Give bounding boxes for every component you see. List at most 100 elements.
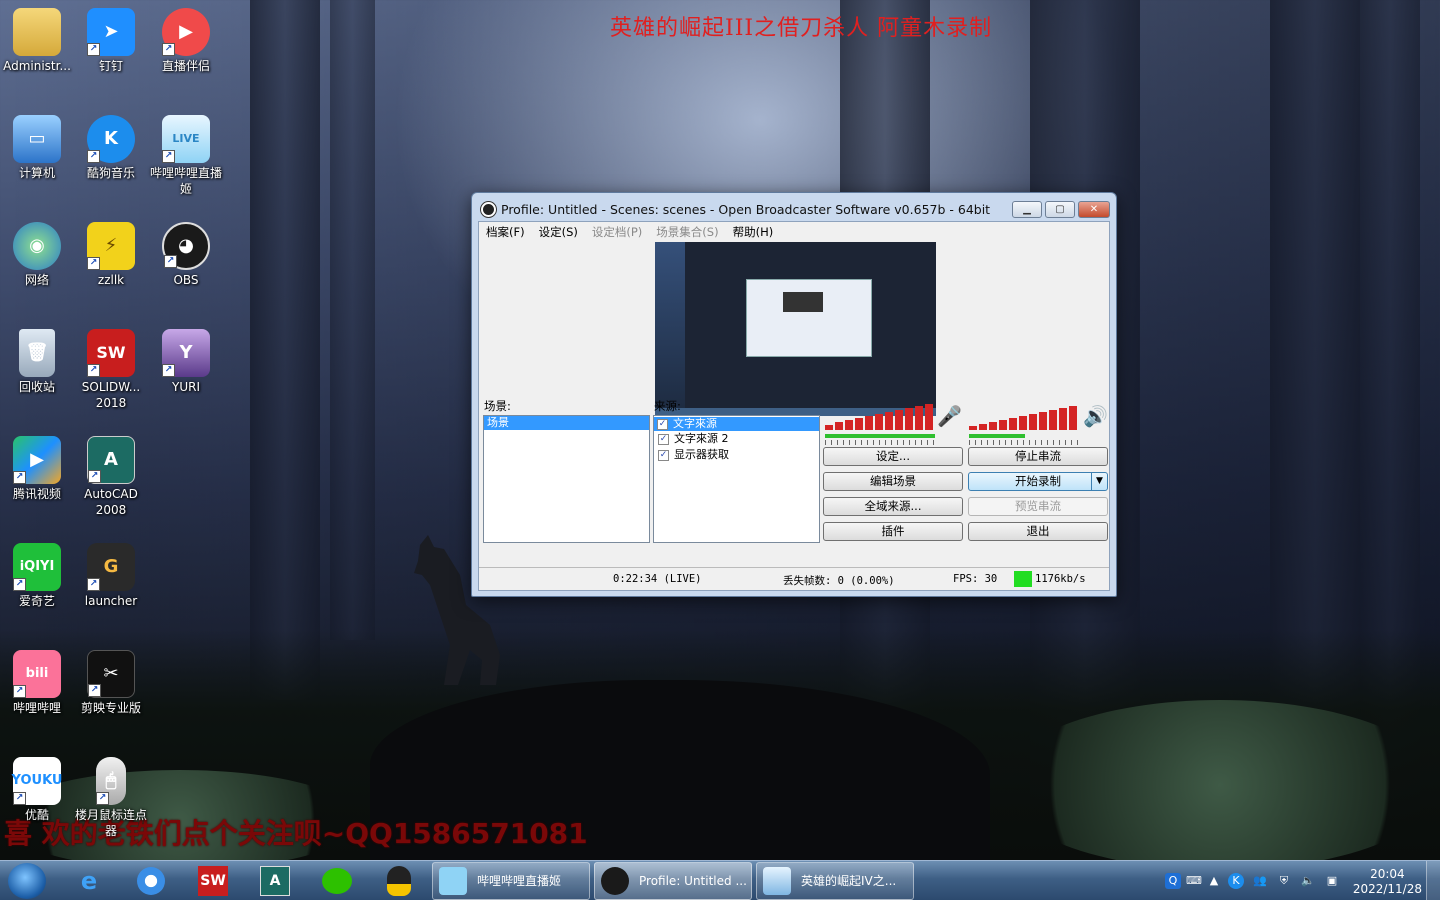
stream-time: 0:22:34 (LIVE) (613, 573, 702, 585)
shortcut-arrow-icon: ↗ (13, 578, 26, 591)
settings-button[interactable]: 设定... (823, 447, 963, 466)
foliage (1000, 700, 1440, 870)
wechat-icon[interactable] (318, 865, 356, 897)
source-item[interactable]: ✓ 文字來源 (654, 417, 819, 431)
kugou-tray-icon[interactable]: K (1228, 873, 1244, 889)
start-button[interactable] (8, 863, 46, 899)
task-bilibili-live[interactable]: 哔哩哔哩直播姬 (432, 862, 590, 900)
desktop-audio-vu-bar (969, 434, 1025, 438)
desktop-icon-zzllk[interactable]: ⚡ ↗ zzllk (74, 222, 148, 288)
chevron-down-icon[interactable]: ▼ (1091, 473, 1107, 490)
shortcut-arrow-icon: ↗ (162, 150, 175, 163)
global-sources-button[interactable]: 全域来源... (823, 497, 963, 516)
keyboard-icon[interactable]: ⌨ (1186, 873, 1202, 889)
video-title-banner: 英雄的崛起III之借刀杀人 阿童木录制 (610, 16, 993, 41)
speaker-icon[interactable]: 🔊 (1083, 404, 1108, 428)
shortcut-arrow-icon: ↗ (96, 792, 109, 805)
maximize-button[interactable]: ▢ (1045, 201, 1075, 218)
microphone-vu-ticks (825, 440, 935, 445)
exit-button[interactable]: 退出 (968, 522, 1108, 541)
source-name: 文字來源 (673, 417, 717, 430)
desktop-icon-youku[interactable]: YOUKU ↗ 优酷 (0, 757, 74, 823)
show-desktop-button[interactable] (1426, 861, 1440, 900)
desktop-icon-computer[interactable]: ▭ 计算机 (0, 115, 74, 181)
ie-icon[interactable]: e (70, 865, 108, 897)
shortcut-arrow-icon: ↗ (87, 257, 100, 270)
desktop-icon-label: AutoCAD 2008 (84, 487, 138, 517)
desktop-icon-capcut[interactable]: ✂ ↗ 剪映专业版 (74, 650, 148, 716)
desktop-icon-administrator[interactable]: Administr... (0, 8, 74, 74)
source-item[interactable]: ✓ 文字來源 2 (654, 431, 819, 447)
scene-item[interactable]: 场景 (484, 416, 649, 430)
close-button[interactable]: ✕ (1078, 201, 1110, 218)
desktop-icon-label: 哔哩哔哩直播姬 (149, 166, 222, 196)
shortcut-arrow-icon: ↗ (164, 255, 177, 268)
desktop-icon-yuri[interactable]: Y ↗ YURI (149, 329, 223, 395)
desktop-icon-mouse-clicker[interactable]: 🖱 ↗ 楼月鼠标连点器 (74, 757, 148, 839)
menu-scene-collection[interactable]: 场景集合(S) (649, 222, 725, 241)
desktop-icon-bilibili[interactable]: bili ↗ 哔哩哔哩 (0, 650, 74, 716)
task-notepad[interactable]: 英雄的崛起IV之... (756, 862, 914, 900)
yuri-icon: Y ↗ (162, 329, 210, 377)
desktop-icon-label: launcher (84, 594, 138, 608)
launcher-icon: G ↗ (87, 543, 135, 591)
menu-settings[interactable]: 设定(S) (532, 222, 585, 241)
desktop-icon-autocad[interactable]: A ↗ AutoCAD 2008 (74, 436, 148, 518)
start-record-button[interactable]: 开始录制 ▼ (968, 472, 1108, 491)
solidworks-icon[interactable]: SW (194, 865, 232, 897)
menu-file[interactable]: 档案(F) (479, 222, 532, 241)
network-tray-icon[interactable]: ▣ (1324, 873, 1340, 889)
menu-profile[interactable]: 设定档(P) (585, 222, 649, 241)
desktop-icon-obs[interactable]: ◕ ↗ OBS (149, 222, 223, 288)
preview-desktop-icons (655, 242, 685, 416)
menu-help[interactable]: 帮助(H) (726, 222, 781, 241)
preview-stream-button[interactable]: 预览串流 (968, 497, 1108, 516)
checkbox[interactable]: ✓ (657, 418, 668, 430)
desktop-icon-tencent-video[interactable]: ▶ ↗ 腾讯视频 (0, 436, 74, 502)
plugins-button[interactable]: 插件 (823, 522, 963, 541)
minimize-button[interactable]: ▁ (1012, 201, 1042, 218)
start-record-label: 开始录制 (1015, 474, 1061, 488)
desktop-icon-dingtalk[interactable]: ➤ ↗ 钉钉 (74, 8, 148, 74)
chevron-up-icon[interactable]: ▲ (1206, 873, 1222, 889)
shield-icon[interactable]: ⛨ (1276, 873, 1292, 889)
checkbox[interactable]: ✓ (658, 433, 669, 445)
desktop-icon-kugou[interactable]: K ↗ 酷狗音乐 (74, 115, 148, 181)
volume-icon[interactable]: 🔈 (1300, 873, 1316, 889)
desktop-icon-recycle-bin[interactable]: 🗑 回收站 (0, 329, 74, 395)
desktop-icon-iqiyi[interactable]: iQIYI ↗ 爱奇艺 (0, 543, 74, 609)
desktop-icon-label: zzllk (97, 273, 125, 287)
desktop-icon-network[interactable]: ◉ 网络 (0, 222, 74, 288)
browser-icon[interactable] (132, 865, 170, 897)
sources-list[interactable]: ✓ 文字來源 ✓ 文字來源 2 ✓ 显示器获取 (653, 415, 820, 543)
stop-stream-button[interactable]: 停止串流 (968, 447, 1108, 466)
source-item[interactable]: ✓ 显示器获取 (654, 447, 819, 463)
desktop-icon-bilibili-live[interactable]: LIVE ↗ 哔哩哔哩直播姬 (149, 115, 223, 197)
desktop-icon-label: 网络 (24, 273, 49, 287)
task-obs[interactable]: Profile: Untitled ... (594, 862, 752, 900)
desktop-icon-solidworks[interactable]: SW ↗ SOLIDW... 2018 (74, 329, 148, 411)
search-icon[interactable]: Q (1165, 873, 1181, 889)
fps-readout: FPS: 30 (953, 573, 998, 585)
desktop-icon-label: 优酷 (24, 808, 49, 822)
desktop-icon-live-companion[interactable]: ▶ ↗ 直播伴侣 (149, 8, 223, 74)
checkbox[interactable]: ✓ (658, 449, 669, 461)
clock[interactable]: 20:04 2022/11/28 (1353, 867, 1422, 897)
edit-scene-button[interactable]: 编辑场景 (823, 472, 963, 491)
obs-client-area: 档案(F) 设定(S) 设定档(P) 场景集合(S) 帮助(H) 场景: 场景 … (478, 221, 1110, 591)
microphone-icon[interactable]: 🎤 (937, 404, 962, 428)
scenes-list[interactable]: 场景 (483, 415, 650, 543)
desktop-icon-label: 楼月鼠标连点器 (74, 808, 147, 838)
dingtalk-icon: ➤ ↗ (87, 8, 135, 56)
autocad-icon[interactable]: A (256, 865, 294, 897)
obs-logo-icon (481, 202, 496, 217)
user-tray-icon[interactable]: 👥 (1252, 873, 1268, 889)
desktop-icon-label: 回收站 (18, 380, 55, 394)
desktop-icon-label: 剪映专业版 (80, 701, 141, 715)
desktop-icon-launcher[interactable]: G ↗ launcher (74, 543, 148, 609)
task-label: 哔哩哔哩直播姬 (477, 874, 562, 888)
bilibili-icon: bili ↗ (13, 650, 61, 698)
stream-preview[interactable] (655, 242, 936, 416)
qq-icon[interactable] (380, 865, 418, 897)
obs-window[interactable]: Profile: Untitled - Scenes: scenes - Ope… (471, 192, 1117, 597)
